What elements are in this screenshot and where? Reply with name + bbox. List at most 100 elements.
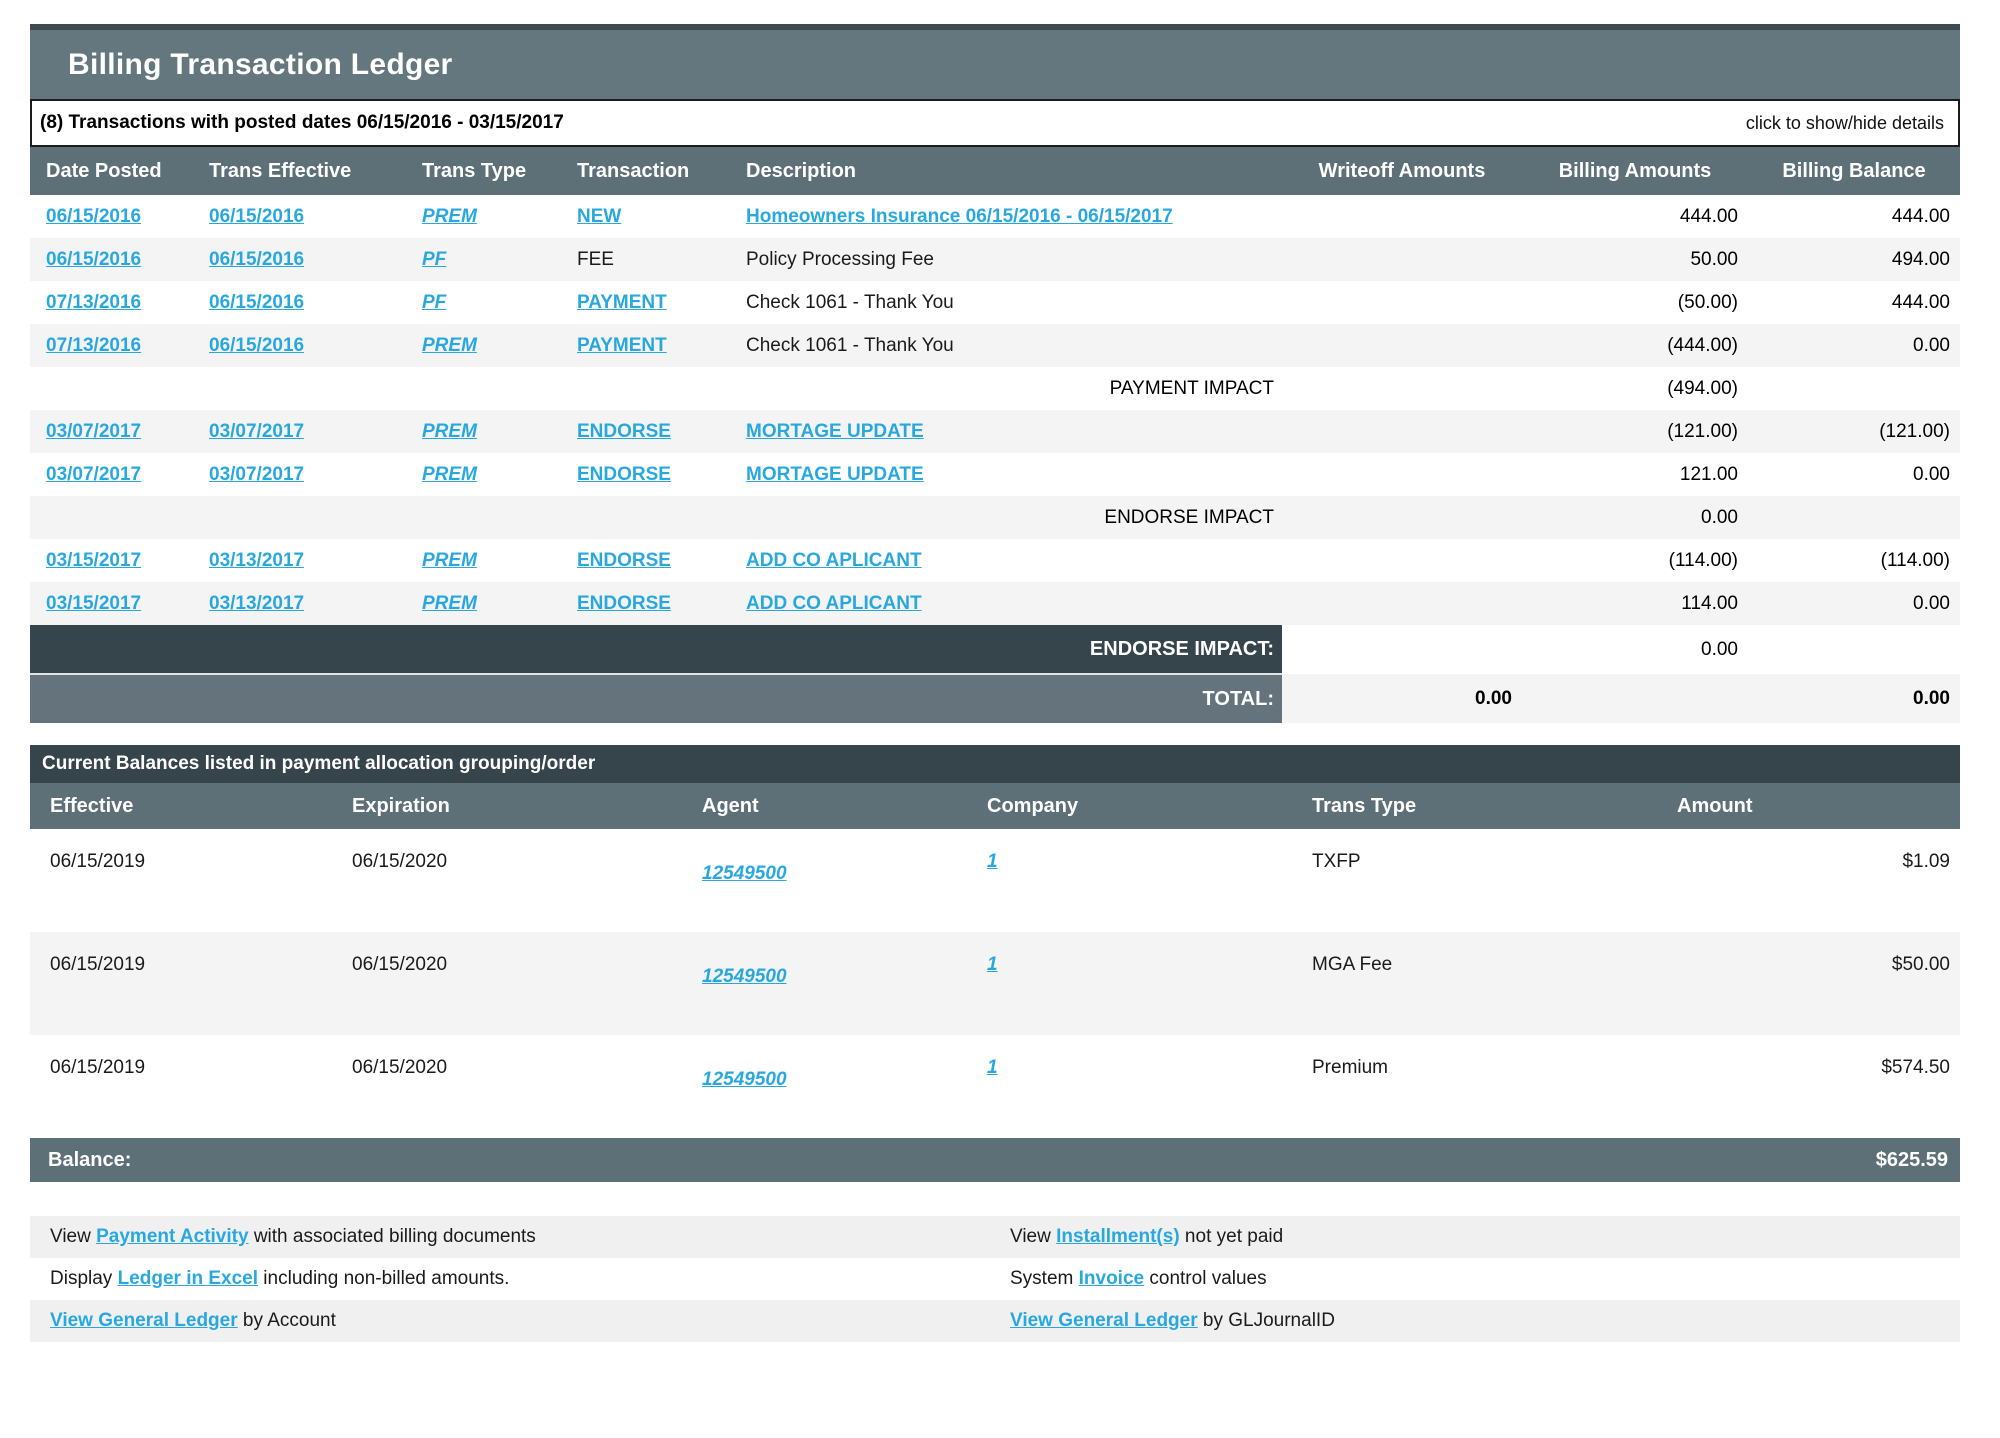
footer-cell-left: Display Ledger in Excel including non-bi…	[30, 1268, 1000, 1290]
footer-link[interactable]: Installment(s)	[1056, 1226, 1180, 1247]
transaction-link[interactable]: PAYMENT	[577, 292, 667, 313]
footer-links: View Payment Activity with associated bi…	[30, 1216, 1960, 1342]
amount-cell: $50.00	[1665, 932, 1960, 1035]
trans-type-link[interactable]: PREM	[422, 550, 477, 571]
transaction-link[interactable]: NEW	[577, 206, 621, 227]
billing-balance-cell	[1748, 625, 1960, 674]
trans-effective-link[interactable]: 06/15/2016	[209, 249, 304, 270]
trans-type-link[interactable]: PREM	[422, 464, 477, 485]
transaction-text: FEE	[577, 249, 614, 270]
trans-effective-link[interactable]: 03/13/2017	[209, 550, 304, 571]
summary-row: ENDORSE IMPACT:0.00	[30, 625, 1960, 674]
date-posted-link[interactable]: 03/07/2017	[46, 464, 141, 485]
writeoff-amount-cell	[1282, 367, 1522, 410]
column-header: Amount	[1665, 783, 1960, 829]
billing-balance-cell: 0.00	[1748, 582, 1960, 625]
transaction-link[interactable]: ENDORSE	[577, 421, 671, 442]
date-posted-link[interactable]: 03/15/2017	[46, 550, 141, 571]
billing-balance-cell	[1748, 367, 1960, 410]
trans-effective-link[interactable]: 06/15/2016	[209, 292, 304, 313]
transaction-link[interactable]: ENDORSE	[577, 550, 671, 571]
trans-type-link[interactable]: PF	[422, 292, 446, 313]
footer-cell-right: System Invoice control values	[1000, 1268, 1960, 1290]
column-header: Effective	[30, 783, 340, 829]
transaction-link[interactable]: ENDORSE	[577, 464, 671, 485]
trans-type-link[interactable]: PREM	[422, 593, 477, 614]
agent-link[interactable]: 12549500	[702, 966, 787, 987]
footer-cell-right: View Installment(s) not yet paid	[1000, 1226, 1960, 1248]
footer-text: not yet paid	[1180, 1226, 1284, 1247]
company-link[interactable]: 1	[987, 1057, 998, 1078]
trans-effective-link[interactable]: 03/07/2017	[209, 464, 304, 485]
current-balances-title: Current Balances listed in payment alloc…	[42, 753, 595, 775]
transaction-link[interactable]: PAYMENT	[577, 335, 667, 356]
billing-balance-cell: 0.00	[1748, 453, 1960, 496]
footer-link[interactable]: Ledger in Excel	[118, 1268, 258, 1289]
trans-type-link[interactable]: PREM	[422, 421, 477, 442]
company-link[interactable]: 1	[987, 851, 998, 872]
billing-balance-cell: (114.00)	[1748, 539, 1960, 582]
writeoff-amount-cell	[1282, 496, 1522, 539]
footer-cell-right: View General Ledger by GLJournalID	[1000, 1310, 1960, 1332]
footer-link[interactable]: Payment Activity	[96, 1226, 248, 1247]
column-header: Billing Balance	[1748, 147, 1960, 195]
footer-text: by Account	[238, 1310, 336, 1331]
date-posted-link[interactable]: 03/07/2017	[46, 421, 141, 442]
column-header: Agent	[690, 783, 975, 829]
column-header: Expiration	[340, 783, 690, 829]
date-posted-link[interactable]: 03/15/2017	[46, 593, 141, 614]
billing-amount-cell: 50.00	[1522, 238, 1748, 281]
trans-effective-link[interactable]: 06/15/2016	[209, 206, 304, 227]
transaction-link[interactable]: ENDORSE	[577, 593, 671, 614]
column-header: Trans Type	[1300, 783, 1665, 829]
trans-type-link[interactable]: PF	[422, 249, 446, 270]
expiration-cell: 06/15/2020	[340, 1035, 690, 1138]
date-posted-link[interactable]: 06/15/2016	[46, 206, 141, 227]
writeoff-amount-cell	[1282, 281, 1522, 324]
writeoff-amount-cell	[1282, 238, 1522, 281]
current-balances-header-bar: Current Balances listed in payment alloc…	[30, 745, 1960, 783]
description-link[interactable]: ADD CO APLICANT	[746, 593, 922, 614]
company-link[interactable]: 1	[987, 954, 998, 975]
show-hide-details-toggle[interactable]: click to show/hide details	[1746, 113, 1944, 134]
billing-balance-cell: 0.00	[1748, 324, 1960, 367]
footer-link[interactable]: View General Ledger	[50, 1310, 238, 1331]
date-posted-link[interactable]: 07/13/2016	[46, 292, 141, 313]
footer-text: View	[50, 1226, 96, 1247]
expiration-cell: 06/15/2020	[340, 932, 690, 1035]
trans-type-link[interactable]: PREM	[422, 335, 477, 356]
writeoff-amount-cell	[1282, 195, 1522, 238]
agent-link[interactable]: 12549500	[702, 1069, 787, 1090]
column-header: Billing Amounts	[1522, 147, 1748, 195]
agent-link[interactable]: 12549500	[702, 863, 787, 884]
footer-text: Display	[50, 1268, 118, 1289]
balance-row: 06/15/201906/15/2020125495001TXFP$1.09	[30, 829, 1960, 932]
trans-type-cell: TXFP	[1300, 829, 1665, 932]
footer-text: control values	[1144, 1268, 1267, 1289]
impact-label: PAYMENT IMPACT	[30, 367, 1282, 410]
footer-link[interactable]: View General Ledger	[1010, 1310, 1198, 1331]
transaction-row: 03/07/2017 03/07/2017 PREM ENDORSE MORTAGE U…	[30, 453, 1960, 496]
transactions-summary-bar: (8) Transactions with posted dates 06/15…	[30, 99, 1960, 147]
transaction-row: 07/13/201606/15/2016PREMPAYMENTCheck 106…	[30, 324, 1960, 367]
billing-balance-cell	[1748, 496, 1960, 539]
description-link[interactable]: Homeowners Insurance 06/15/2016 - 06/15/…	[746, 206, 1173, 227]
trans-effective-link[interactable]: 06/15/2016	[209, 335, 304, 356]
page-title-bar: Billing Transaction Ledger	[30, 24, 1960, 99]
trans-effective-link[interactable]: 03/07/2017	[209, 421, 304, 442]
description-link[interactable]: ADD CO APLICANT	[746, 550, 922, 571]
description-link[interactable]: MORTAGE UPDATE	[746, 421, 924, 442]
billing-amount-cell: (50.00)	[1522, 281, 1748, 324]
trans-effective-link[interactable]: 03/13/2017	[209, 593, 304, 614]
effective-cell: 06/15/2019	[30, 932, 340, 1035]
amount-cell: $1.09	[1665, 829, 1960, 932]
date-posted-link[interactable]: 07/13/2016	[46, 335, 141, 356]
trans-type-link[interactable]: PREM	[422, 206, 477, 227]
footer-text: with associated billing documents	[249, 1226, 536, 1247]
footer-link[interactable]: Invoice	[1079, 1268, 1144, 1289]
footer-row: Display Ledger in Excel including non-bi…	[30, 1258, 1960, 1300]
date-posted-link[interactable]: 06/15/2016	[46, 249, 141, 270]
description-link[interactable]: MORTAGE UPDATE	[746, 464, 924, 485]
footer-cell-left: View Payment Activity with associated bi…	[30, 1226, 1000, 1248]
summary-row: TOTAL:0.000.00	[30, 674, 1960, 723]
